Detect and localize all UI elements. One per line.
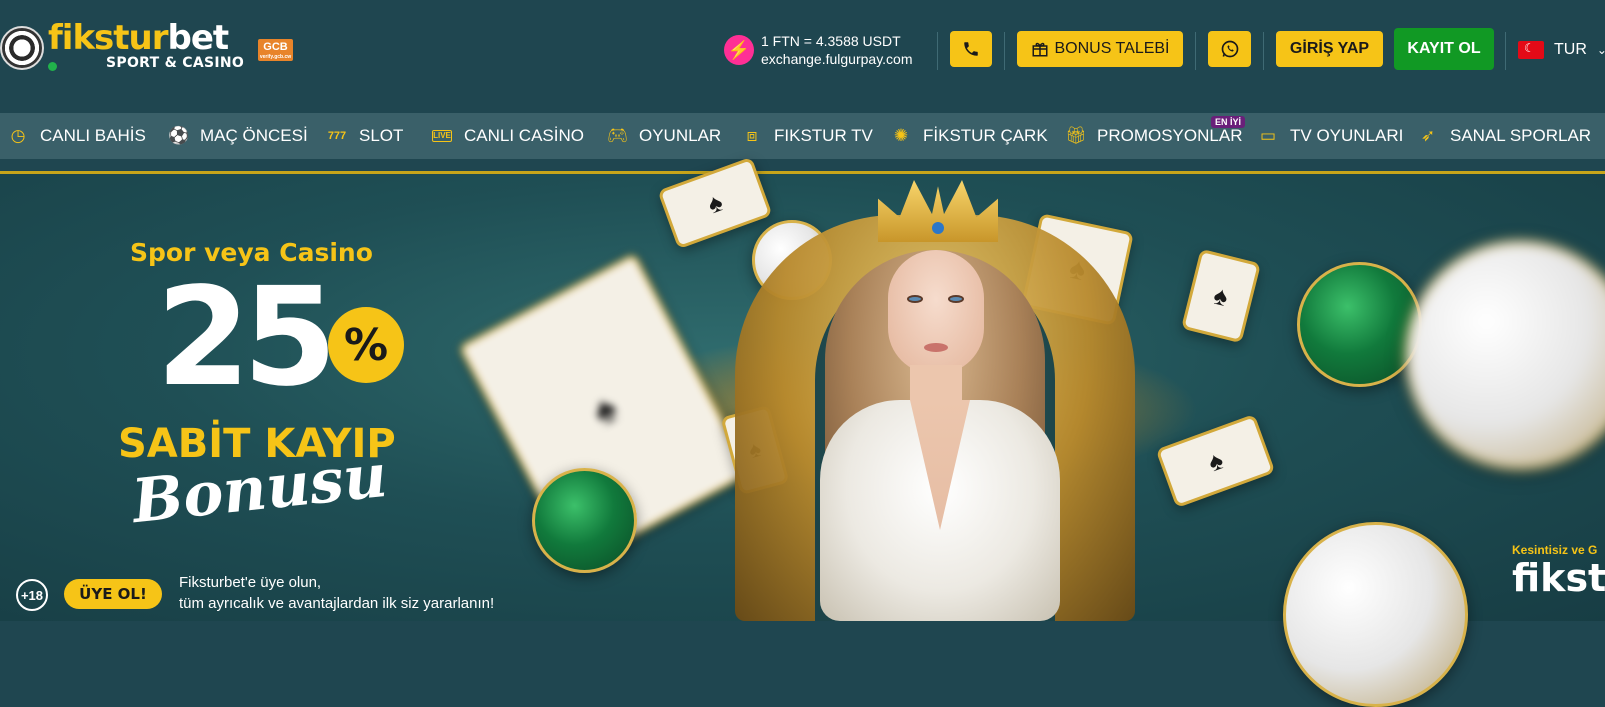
nav-label: SANAL SPORLAR: [1450, 126, 1592, 145]
divider: [1195, 32, 1196, 70]
live-icon: LIVE: [432, 130, 452, 142]
divider: [1505, 32, 1506, 70]
nav-item-live-betting[interactable]: ◷ CANLI BAHİS: [8, 113, 146, 159]
clock-icon: ◷: [10, 126, 26, 145]
gamepad-icon: 🎮︎: [607, 126, 629, 145]
nav-item-live-casino[interactable]: LIVE CANLI CASİNO: [432, 113, 584, 159]
nav-label: PROMOSYONLAR: [1097, 126, 1243, 145]
percent-badge: %: [328, 307, 404, 383]
site-header: fiksturbet SPORT & CASINO GCB verify.gcb.…: [0, 0, 1605, 113]
crown-gem: [932, 222, 944, 234]
signup-button[interactable]: KAYIT OL: [1394, 28, 1494, 70]
nav-item-fikstur-tv[interactable]: ⧈ FIKSTUR TV: [742, 113, 873, 159]
phone-button[interactable]: [950, 31, 992, 67]
eye-image: [948, 295, 964, 303]
nav-label: CANLI BAHİS: [40, 126, 146, 145]
logo-wordmark: fiksturbet: [48, 18, 229, 58]
tv-antenna-icon: ⧈: [746, 126, 758, 145]
exchange-rate-value: 1 FTN = 4.3588 USDT: [761, 33, 901, 49]
virtual-sports-icon: ➶: [1420, 126, 1436, 145]
register-cta-text: Fiksturbet'e üye olun, tüm ayrıcalık ve …: [179, 572, 494, 614]
nav-label: FIKSTUR TV: [774, 126, 873, 145]
football-icon: ⚽: [168, 126, 190, 145]
logo-subtitle: SPORT & CASINO: [106, 55, 245, 71]
nav-item-pre-match[interactable]: ⚽ MAÇ ÖNCESİ: [168, 113, 308, 159]
nav-label: SLOT: [359, 126, 404, 145]
divider: [937, 32, 938, 70]
slot-777-icon: 777: [327, 130, 347, 142]
football-image: [1283, 522, 1468, 707]
nav-item-games[interactable]: 🎮︎ OYUNLAR: [607, 113, 721, 159]
exchange-rate[interactable]: 1 FTN = 4.3588 USDT exchange.fulgurpay.c…: [761, 32, 913, 68]
nav-label: MAÇ ÖNCESİ: [200, 126, 308, 145]
football-logo-icon: [0, 26, 44, 70]
wheel-icon: ✺: [893, 126, 909, 145]
register-now-button[interactable]: ÜYE OL!: [64, 579, 162, 609]
whatsapp-button[interactable]: [1208, 31, 1251, 67]
gcb-license-badge[interactable]: GCB verify.gcb.cw: [258, 39, 293, 61]
main-navigation: ◷ CANLI BAHİS ⚽ MAÇ ÖNCESİ 777 SLOT LIVE CAN…: [0, 113, 1605, 159]
nav-label: OYUNLAR: [639, 126, 722, 145]
chevron-down-icon: ⌄: [1596, 43, 1605, 57]
nav-item-tv-games[interactable]: ▭ TV OYUNLARI: [1258, 113, 1403, 159]
bonus-request-button[interactable]: BONUS TALEBİ: [1017, 31, 1183, 67]
nav-item-slot[interactable]: 777 SLOT: [327, 113, 404, 159]
lightning-icon: ⚡: [724, 35, 754, 65]
online-dot: [48, 62, 57, 71]
football-image: [532, 468, 637, 573]
promo-percentage-number: 25: [156, 259, 337, 417]
nav-label: CANLI CASİNO: [464, 126, 584, 145]
register-cta-line: tüm ayrıcalık ve avantajlardan ilk siz y…: [179, 595, 495, 612]
language-label: TUR: [1554, 41, 1587, 58]
nav-item-virtual-sports[interactable]: ➶ SANAL SPORLAR: [1418, 113, 1591, 159]
whatsapp-icon: [1221, 40, 1238, 58]
phone-icon: [964, 42, 978, 56]
face-image: [888, 250, 984, 374]
corner-logo-text: fikst: [1512, 556, 1605, 600]
register-cta-line: Fiksturbet'e üye olun,: [179, 574, 322, 591]
gift-box-icon: [1032, 42, 1047, 57]
monitor-icon: ▭: [1259, 126, 1277, 145]
gift-icon: 🎁︎: [1065, 126, 1087, 145]
exchange-rate-site: exchange.fulgurpay.com: [761, 51, 913, 67]
divider: [1263, 32, 1264, 70]
bonus-request-label: BONUS TALEBİ: [1054, 40, 1170, 57]
nav-label: FİKSTUR ÇARK: [923, 126, 1048, 145]
age-restriction-badge: +18: [16, 579, 48, 611]
turkey-flag-icon: [1518, 41, 1544, 59]
divider: [1004, 32, 1005, 70]
lips-image: [924, 343, 948, 352]
football-image: [1297, 262, 1422, 387]
nav-item-fikstur-wheel[interactable]: ✺ FİKSTUR ÇARK: [891, 113, 1048, 159]
site-logo[interactable]: fiksturbet SPORT & CASINO: [0, 18, 300, 78]
best-badge: EN İYİ: [1211, 116, 1246, 128]
login-button[interactable]: GİRİŞ YAP: [1276, 31, 1383, 67]
language-selector[interactable]: TUR ⌄: [1518, 41, 1605, 59]
corner-slogan: Kesintisiz ve G: [1512, 543, 1598, 557]
nav-label: TV OYUNLARI: [1290, 126, 1404, 145]
eye-image: [907, 295, 923, 303]
